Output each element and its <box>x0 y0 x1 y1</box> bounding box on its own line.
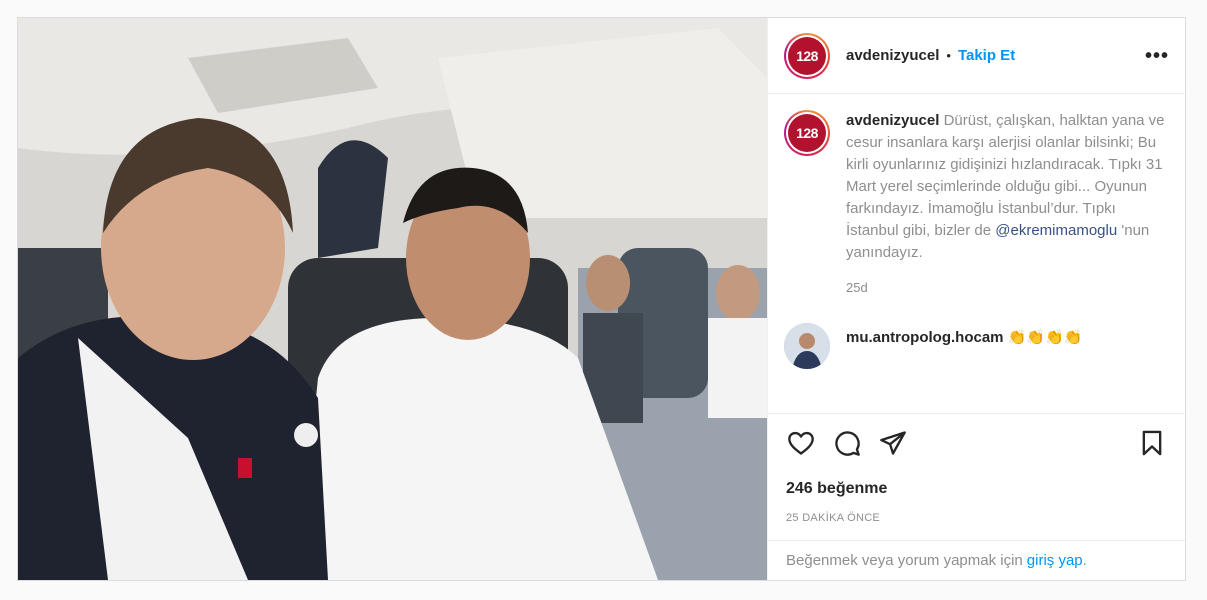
login-link[interactable]: giriş yap <box>1027 552 1083 569</box>
post-container: 128 avdenizyucel • Takip Et ••• 128 avde… <box>17 17 1186 581</box>
caption-age: 25d <box>846 280 868 295</box>
comment-text: mu.antropolog.hocam 👏👏👏👏 <box>846 327 1082 349</box>
caption-avatar-label: 128 <box>788 114 826 152</box>
login-prompt: Beğenmek veya yorum yapmak için giriş ya… <box>768 540 1185 580</box>
caption-row: 128 avdenizyucel Dürüst, çalışkan, halkt… <box>784 110 1169 264</box>
comment-body: 👏👏👏👏 <box>1007 329 1083 346</box>
follow-button[interactable]: Takip Et <box>958 47 1015 64</box>
avatar-label: 128 <box>788 36 826 75</box>
more-options-icon[interactable]: ••• <box>1145 46 1169 66</box>
post-sidebar: 128 avdenizyucel • Takip Et ••• 128 avde… <box>767 18 1185 580</box>
login-prompt-end: . <box>1082 552 1087 569</box>
action-bar <box>768 414 1185 472</box>
caption-avatar[interactable]: 128 <box>784 110 830 156</box>
like-count[interactable]: 246 beğenme <box>768 472 1185 498</box>
post-header: 128 avdenizyucel • Takip Et ••• <box>768 18 1185 94</box>
author-username[interactable]: avdenizyucel <box>846 47 939 64</box>
commenter-avatar[interactable] <box>784 323 830 369</box>
comment-icon[interactable] <box>830 426 864 460</box>
caption-mention[interactable]: @ekremimamoglu <box>995 222 1117 239</box>
selfie-image <box>18 18 767 580</box>
separator-dot: • <box>946 48 951 63</box>
commenter-avatar-image <box>784 323 830 369</box>
comments-section[interactable]: 128 avdenizyucel Dürüst, çalışkan, halkt… <box>768 94 1185 414</box>
caption-body: Dürüst, çalışkan, halktan yana ve cesur … <box>846 112 1165 239</box>
comment-item: mu.antropolog.hocam 👏👏👏👏 <box>784 323 1169 369</box>
post-timestamp: 25 DAKİKA ÖNCE <box>786 512 881 524</box>
caption-username[interactable]: avdenizyucel <box>846 112 939 129</box>
bookmark-icon[interactable] <box>1135 426 1169 460</box>
login-prompt-text: Beğenmek veya yorum yapmak için <box>786 552 1023 569</box>
caption-text: avdenizyucel Dürüst, çalışkan, halktan y… <box>846 110 1166 264</box>
commenter-username[interactable]: mu.antropolog.hocam <box>846 329 1004 346</box>
share-icon[interactable] <box>876 426 910 460</box>
heart-icon[interactable] <box>784 426 818 460</box>
author-avatar[interactable]: 128 <box>784 32 830 79</box>
post-photo[interactable] <box>18 18 767 580</box>
